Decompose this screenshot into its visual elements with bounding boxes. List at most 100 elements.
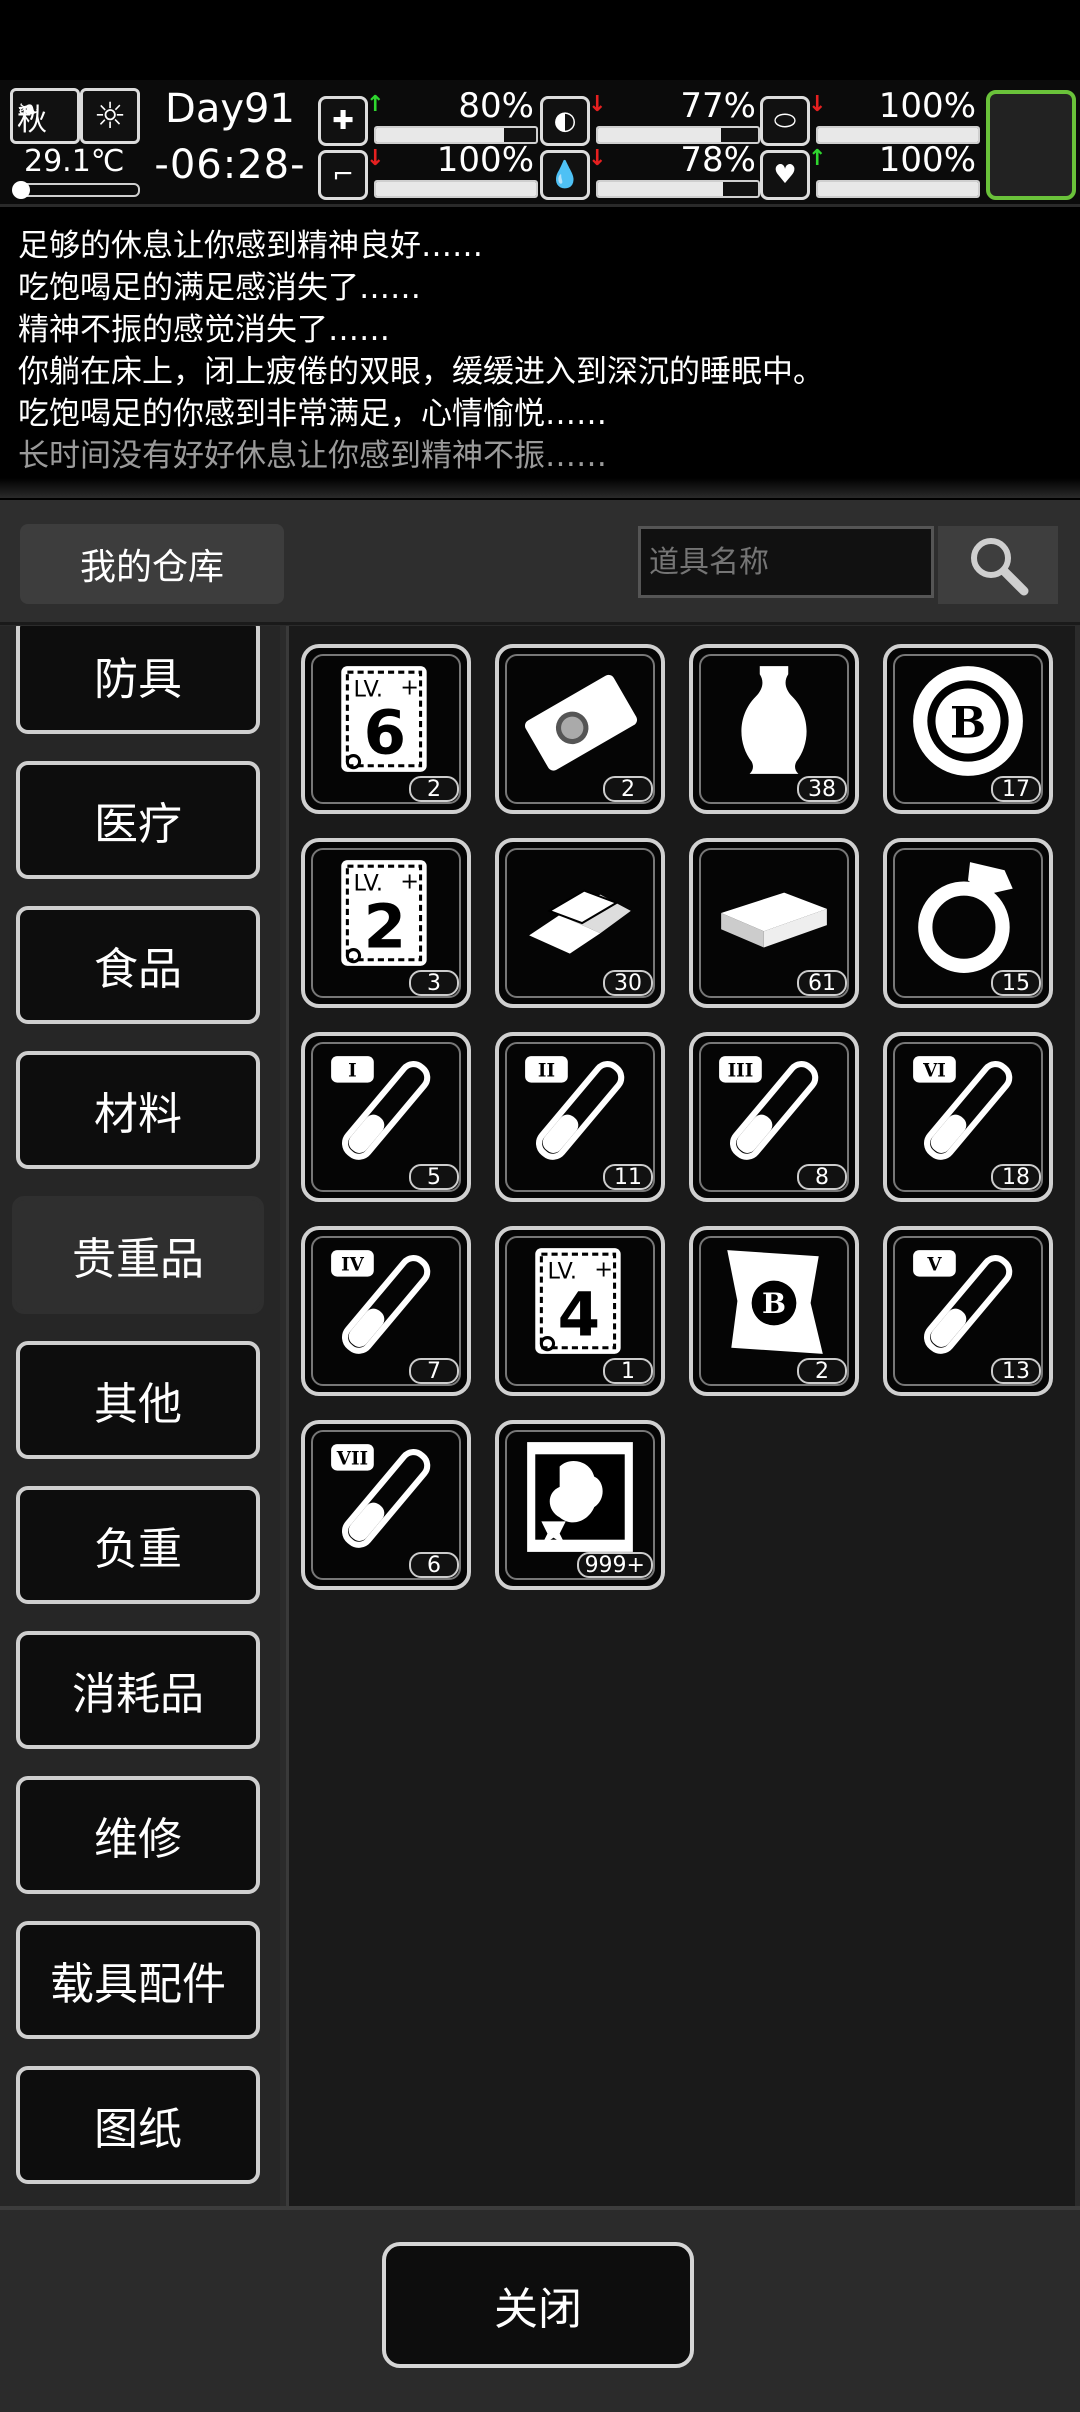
category-8-button[interactable]: 维修 [16, 1776, 260, 1894]
item-count-badge: 8 [797, 1164, 847, 1190]
trend-down-icon: ↓ [588, 92, 607, 117]
inventory-item-8[interactable]: I5 [301, 1032, 471, 1202]
item-count-badge: 30 [603, 970, 653, 996]
item-count-badge: 3 [409, 970, 459, 996]
item-count-badge: 38 [797, 776, 847, 802]
status-bar: 秋 ❧ ☼ 29.1℃ Day91 -06:28- ✚ ↑ 80% ◐ ↓ 77% ⬭ ↓ 10… [0, 80, 1080, 207]
inventory-item-7[interactable]: 15 [883, 838, 1053, 1008]
stat-thirst: 💧 ↓ 78% [540, 140, 760, 200]
category-3-button[interactable]: 材料 [16, 1051, 260, 1169]
search-box [638, 526, 1058, 604]
inventory-item-4[interactable]: LV. +2 3 [301, 838, 471, 1008]
svg-text:VII: VII [336, 1448, 368, 1469]
inventory-item-11[interactable]: VI 18 [883, 1032, 1053, 1202]
item-count-badge: 17 [991, 776, 1041, 802]
inventory-item-1[interactable]: 2 [495, 644, 665, 814]
item-count-badge: 7 [409, 1358, 459, 1384]
item-count-badge: 15 [991, 970, 1041, 996]
svg-text:4: 4 [558, 1280, 600, 1351]
category-1-button[interactable]: 医疗 [16, 761, 260, 879]
season-badge: 秋 ❧ [10, 88, 80, 144]
inventory-item-10[interactable]: III 8 [689, 1032, 859, 1202]
svg-text:6: 6 [364, 698, 406, 769]
category-5-button[interactable]: 其他 [16, 1341, 260, 1459]
stat-bar [374, 180, 538, 198]
item-count-badge: 2 [797, 1358, 847, 1384]
day-label: Day91 [165, 86, 295, 132]
trend-down-icon: ↓ [588, 146, 607, 171]
time-label: -06:28- [154, 142, 306, 188]
search-icon [971, 538, 1029, 596]
svg-text:VI: VI [922, 1060, 946, 1081]
item-count-badge: 1 [603, 1358, 653, 1384]
temperature-indicator [12, 181, 30, 199]
stat-value: 78% [680, 140, 756, 180]
category-4-button[interactable]: 贵重品 [12, 1196, 264, 1314]
first-aid-icon: ✚ [318, 96, 368, 146]
inventory-item-13[interactable]: LV. +4 1 [495, 1226, 665, 1396]
leaf-icon: ❧ [17, 93, 41, 126]
stat-value: 100% [878, 86, 976, 126]
item-count-badge: 2 [603, 776, 653, 802]
inventory-item-15[interactable]: V 13 [883, 1226, 1053, 1396]
stat-value: 100% [436, 140, 534, 180]
inventory-item-6[interactable]: 61 [689, 838, 859, 1008]
svg-text:B: B [762, 1286, 786, 1320]
inventory-item-16[interactable]: VII 6 [301, 1420, 471, 1590]
search-button[interactable] [938, 526, 1058, 604]
item-count-badge: 18 [991, 1164, 1041, 1190]
log-line: 长时间没有好好休息让你感到精神不振…… [18, 438, 607, 474]
water-drop-icon: 💧 [540, 150, 590, 200]
stat-bar [816, 180, 980, 198]
category-sidebar: 防具医疗食品材料贵重品其他负重消耗品维修载具配件图纸 [0, 626, 280, 2206]
search-input[interactable] [638, 526, 934, 598]
warehouse-panel: 我的仓库 防具医疗食品材料贵重品其他负重消耗品维修载具配件图纸 LV.+6223… [0, 500, 1080, 2412]
equipped-slot[interactable] [986, 90, 1076, 200]
svg-text:IV: IV [341, 1254, 365, 1275]
inventory-item-0[interactable]: LV. +6 2 [301, 644, 471, 814]
category-9-button[interactable]: 载具配件 [16, 1921, 260, 2039]
sun-icon: ☼ [80, 88, 140, 144]
log-line: 吃饱喝足的满足感消失了…… [18, 270, 421, 306]
log-line: 吃饱喝足的你感到非常满足，心情愉悦…… [18, 396, 607, 432]
category-7-button[interactable]: 消耗品 [16, 1631, 260, 1749]
inventory-item-12[interactable]: IV 7 [301, 1226, 471, 1396]
close-button[interactable]: 关闭 [382, 2242, 694, 2368]
trend-down-icon: ↓ [808, 92, 827, 117]
warehouse-header: 我的仓库 [0, 500, 1080, 625]
inventory-item-3[interactable]: B 17 [883, 644, 1053, 814]
stat-bar-fill [376, 182, 536, 196]
temperature-bar [12, 181, 140, 199]
item-count-badge: 2 [409, 776, 459, 802]
stat-bar-fill [598, 182, 723, 196]
inventory-item-14[interactable]: B2 [689, 1226, 859, 1396]
log-line: 你躺在床上，闭上疲倦的双眼，缓缓进入到深沉的睡眠中。 [18, 354, 824, 390]
stat-health: ✚ ↑ 80% [318, 86, 538, 146]
inventory-item-5[interactable]: 30 [495, 838, 665, 1008]
svg-text:2: 2 [364, 892, 406, 963]
message-log: 足够的休息让你感到精神良好…… 吃饱喝足的满足感消失了…… 精神不振的感觉消失了……… [0, 208, 1080, 498]
stat-bar [596, 180, 760, 198]
category-10-button[interactable]: 图纸 [16, 2066, 260, 2184]
inventory-item-9[interactable]: II 11 [495, 1032, 665, 1202]
heart-hand-icon: ♥ [760, 150, 810, 200]
category-0-button[interactable]: 防具 [16, 626, 260, 734]
inventory-item-2[interactable]: 38 [689, 644, 859, 814]
stat-hunger: ◐ ↓ 77% [540, 86, 760, 146]
category-2-button[interactable]: 食品 [16, 906, 260, 1024]
svg-text:II: II [538, 1060, 555, 1081]
stomach-icon: ◐ [540, 96, 590, 146]
item-count-badge: 11 [603, 1164, 653, 1190]
stat-value: 77% [680, 86, 756, 126]
svg-text:B: B [950, 698, 986, 748]
warehouse-title[interactable]: 我的仓库 [20, 524, 284, 604]
inventory-item-17[interactable]: 999+ [495, 1420, 665, 1590]
stat-value: 80% [458, 86, 534, 126]
footer: 关闭 [0, 2206, 1080, 2412]
item-count-badge: 6 [409, 1552, 459, 1578]
log-line: 足够的休息让你感到精神良好…… [18, 228, 483, 264]
category-6-button[interactable]: 负重 [16, 1486, 260, 1604]
svg-text:III: III [728, 1060, 754, 1081]
temperature-label: 29.1℃ [24, 144, 125, 179]
boot-icon: ⌐ [318, 150, 368, 200]
